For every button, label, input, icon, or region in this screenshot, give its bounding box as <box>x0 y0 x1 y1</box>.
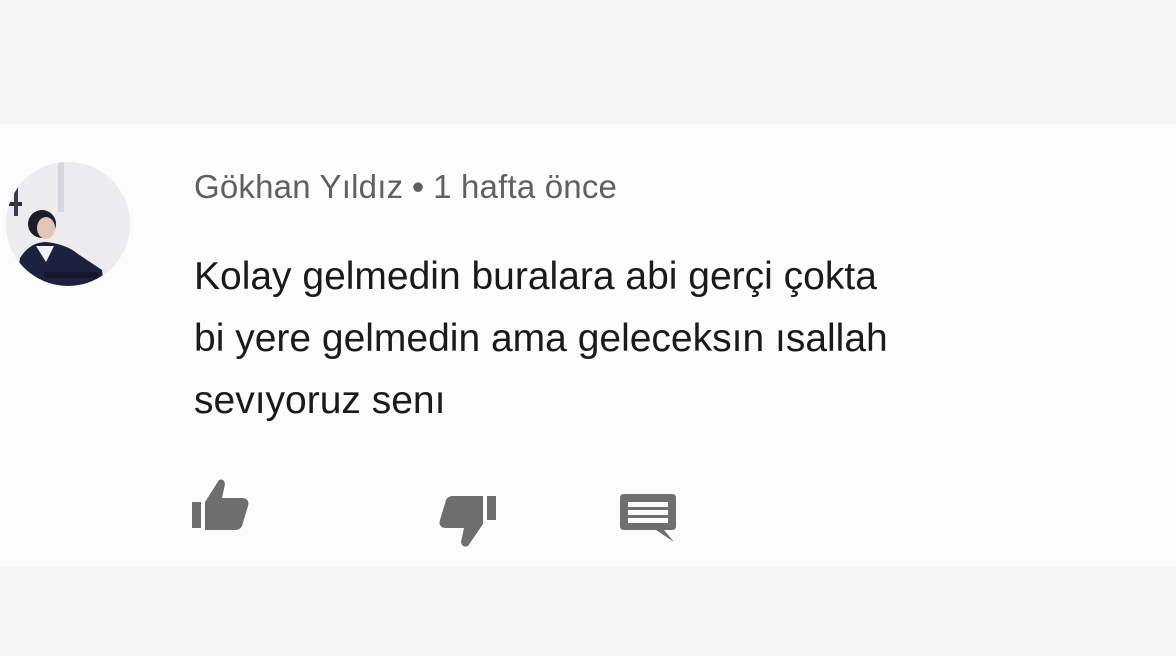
meta-separator: • <box>412 168 425 205</box>
thumbs-up-icon <box>192 479 249 530</box>
comment-text-line: bi yere gelmedin ama geleceksın ısallah <box>194 317 888 360</box>
comment-timestamp[interactable]: 1 hafta önce <box>433 168 617 205</box>
avatar[interactable] <box>6 162 130 286</box>
comment-text: Kolay gelmedin buralara abi gerçi çokta … <box>194 246 1154 432</box>
comment-card: Gökhan Yıldız • 1 hafta önce Kolay gelmedi… <box>0 124 1176 566</box>
author-name[interactable]: Gökhan Yıldız <box>194 168 403 205</box>
comment-meta: Gökhan Yıldız • 1 hafta önce <box>194 168 617 206</box>
reply-button[interactable] <box>620 492 680 544</box>
comment-text-line: Kolay gelmedin buralara abi gerçi çokta <box>194 255 877 298</box>
dislike-button[interactable] <box>438 492 498 552</box>
thumbs-down-icon <box>439 496 496 547</box>
comment-icon <box>620 494 676 542</box>
avatar-photo-icon <box>6 162 130 286</box>
like-button[interactable] <box>190 474 250 534</box>
comment-text-line: sevıyoruz senı <box>194 379 446 422</box>
